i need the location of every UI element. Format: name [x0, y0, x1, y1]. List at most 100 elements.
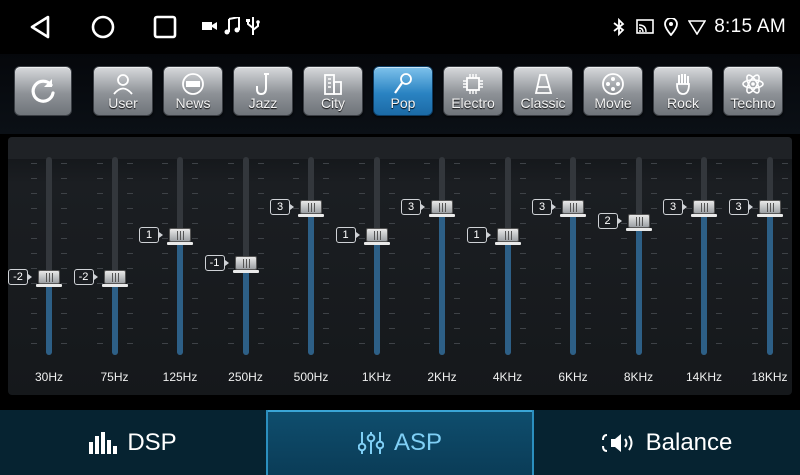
grid-mark: [716, 208, 722, 209]
grid-mark: [162, 268, 168, 269]
grid-mark: [489, 283, 496, 284]
grid-mark: [555, 238, 561, 239]
eq-slider-handle[interactable]: [232, 256, 259, 274]
tab-asp[interactable]: ASP: [266, 410, 534, 475]
recents-button[interactable]: [148, 10, 182, 44]
eq-slider-handle[interactable]: [363, 227, 390, 245]
eq-slider-track[interactable]: [701, 157, 707, 355]
video-icon: [202, 22, 217, 30]
recents-square-icon: [153, 15, 177, 39]
grid-mark: [31, 343, 37, 344]
preset-movie-button[interactable]: Movie: [583, 66, 643, 116]
grid-mark: [650, 298, 657, 299]
eq-frequency-label: 1KHz: [361, 370, 392, 384]
eq-slider-track[interactable]: [177, 157, 183, 355]
eq-slider-handle[interactable]: [494, 227, 521, 245]
grid-mark: [716, 328, 722, 329]
grid-mark: [323, 193, 329, 194]
grid-mark: [323, 178, 329, 179]
grid-mark: [31, 163, 37, 164]
grid-mark: [751, 253, 758, 254]
eq-slider-handle[interactable]: [560, 199, 586, 217]
preset-user-button[interactable]: User: [93, 66, 153, 116]
grid-mark: [751, 193, 758, 194]
grid-mark: [424, 193, 430, 194]
grid-mark: [555, 178, 561, 179]
grid-mark: [424, 178, 430, 179]
preset-label: Pop: [390, 95, 416, 111]
eq-slider-track[interactable]: [46, 157, 52, 355]
eq-slider-track[interactable]: [635, 157, 642, 355]
grid-mark: [751, 238, 758, 239]
grid-mark: [227, 283, 234, 284]
refresh-icon: [31, 79, 55, 103]
eq-slider-track[interactable]: [308, 157, 314, 355]
grid-mark: [257, 253, 264, 254]
preset-pop-button[interactable]: Pop: [373, 66, 433, 116]
eq-slider-handle[interactable]: [691, 199, 717, 217]
eq-frequency-label: 14KHz: [685, 370, 723, 384]
bottom-tab-bar: DSP ASP Balance: [0, 410, 800, 475]
home-circle-icon: [91, 15, 115, 39]
preset-electro-button[interactable]: Electro: [443, 66, 503, 116]
eq-slider-handle[interactable]: [298, 199, 324, 217]
grid-mark: [781, 268, 788, 269]
eq-slider-track[interactable]: [570, 157, 576, 355]
grid-mark: [388, 313, 395, 314]
grid-mark: [781, 283, 788, 284]
grid-mark: [31, 238, 37, 239]
eq-slider-handle[interactable]: [756, 199, 783, 217]
grid-mark: [585, 223, 591, 224]
back-button[interactable]: [24, 10, 58, 44]
grid-mark: [257, 343, 264, 344]
grid-mark: [424, 268, 430, 269]
eq-slider-handle[interactable]: [625, 213, 652, 231]
grid-mark: [96, 328, 103, 329]
eq-value-badge: 1: [139, 226, 163, 243]
grid-mark: [620, 298, 627, 299]
grid-mark: [293, 328, 299, 329]
home-button[interactable]: [86, 10, 120, 44]
grid-mark: [489, 328, 496, 329]
grid-mark: [31, 298, 37, 299]
eq-slider-track[interactable]: [439, 157, 445, 355]
eq-slider-track[interactable]: [504, 157, 511, 355]
tab-dsp[interactable]: DSP: [0, 410, 266, 475]
eq-slider-track[interactable]: [766, 157, 773, 355]
grid-mark: [31, 178, 37, 179]
grid-mark: [620, 313, 627, 314]
eq-slider-track[interactable]: [111, 157, 118, 355]
grid-mark: [454, 328, 460, 329]
grid-mark: [257, 178, 264, 179]
grid-mark: [358, 193, 365, 194]
tab-balance[interactable]: Balance: [534, 410, 800, 475]
grid-mark: [555, 163, 561, 164]
eq-slider-track[interactable]: [373, 157, 380, 355]
reset-button[interactable]: [14, 66, 72, 116]
grid-mark: [686, 193, 692, 194]
grid-mark: [454, 223, 460, 224]
preset-jazz-button[interactable]: Jazz: [233, 66, 293, 116]
preset-city-button[interactable]: City: [303, 66, 363, 116]
grid-mark: [650, 343, 657, 344]
preset-techno-button[interactable]: Techno: [723, 66, 783, 116]
eq-slider-handle[interactable]: [429, 199, 455, 217]
eq-slider-handle[interactable]: [167, 227, 193, 245]
grid-mark: [192, 238, 198, 239]
grid-mark: [686, 178, 692, 179]
grid-mark: [31, 253, 37, 254]
preset-news-button[interactable]: News: [163, 66, 223, 116]
grid-mark: [585, 298, 591, 299]
eq-slider-handle[interactable]: [36, 270, 62, 288]
grid-mark: [96, 343, 103, 344]
preset-classic-button[interactable]: Classic: [513, 66, 573, 116]
grid-mark: [686, 343, 692, 344]
grid-mark: [257, 298, 264, 299]
grid-mark: [650, 253, 657, 254]
grid-mark: [227, 208, 234, 209]
eq-slider-handle[interactable]: [101, 270, 128, 288]
preset-rock-button[interactable]: Rock: [653, 66, 713, 116]
grid-mark: [454, 268, 460, 269]
grid-mark: [555, 253, 561, 254]
grid-mark: [489, 343, 496, 344]
